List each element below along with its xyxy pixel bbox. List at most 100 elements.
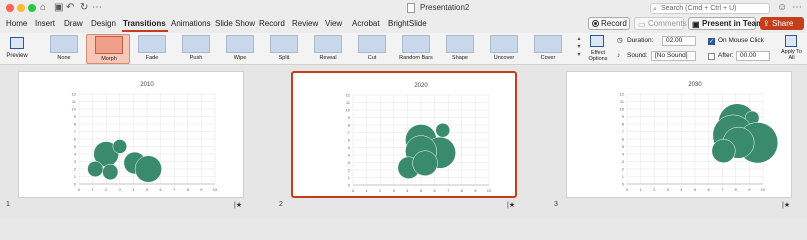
y-tick-label: 11: [72, 99, 77, 104]
chevron-down-icon[interactable]: ▾: [575, 43, 583, 51]
x-tick-label: 7: [447, 188, 450, 193]
tab-view[interactable]: View: [325, 19, 342, 29]
autosave-icon[interactable]: ⌂: [40, 2, 46, 14]
transition-label: Random Bars: [399, 55, 433, 61]
transition-thumbnail: [358, 35, 386, 53]
x-tick-label: 10: [761, 187, 766, 192]
tab-home[interactable]: Home: [6, 19, 27, 29]
y-tick-label: 0: [622, 182, 625, 187]
transition-fade[interactable]: Fade: [130, 34, 174, 64]
x-tick-label: 1: [365, 188, 368, 193]
tab-review[interactable]: Review: [292, 19, 318, 29]
tab-acrobat[interactable]: Acrobat: [352, 19, 380, 29]
after-checkbox[interactable]: [708, 53, 715, 60]
transition-star-icon[interactable]: |★: [507, 201, 515, 209]
x-tick-label: 3: [119, 187, 122, 192]
transition-reveal[interactable]: Reveal: [306, 34, 350, 64]
transition-gallery: None Morph Fade Push Wipe Split Reveal Cut Rando…: [36, 34, 584, 64]
sound-dropdown[interactable]: [No Sound]: [651, 51, 696, 61]
close-window-button[interactable]: [6, 4, 14, 12]
apply-to-all-icon: [785, 35, 797, 47]
people-icon[interactable]: ☺: [777, 2, 787, 13]
transition-thumbnail: [270, 35, 298, 53]
tab-slide-show[interactable]: Slide Show: [215, 19, 255, 29]
after-value: 00.00: [740, 52, 757, 59]
on-mouse-click-checkbox[interactable]: ✓: [708, 38, 715, 45]
present-in-teams-button[interactable]: ▣ Present in Teams: [688, 17, 768, 30]
tab-brightslide[interactable]: BrightSlide: [388, 19, 427, 29]
transition-cover[interactable]: Cover: [526, 34, 570, 64]
gallery-more-icon[interactable]: ▾: [575, 51, 583, 59]
y-tick-label: 6: [622, 137, 625, 142]
x-tick-label: 3: [393, 188, 396, 193]
y-tick-label: 9: [622, 114, 625, 119]
bubble-point: [412, 150, 438, 177]
transition-morph[interactable]: Morph: [86, 34, 130, 64]
y-tick-label: 1: [74, 174, 77, 179]
chevron-up-icon[interactable]: ▴: [575, 35, 583, 43]
maximize-window-button[interactable]: [28, 4, 36, 12]
share-button[interactable]: ⇪ Share: [760, 17, 804, 30]
share-label: Share: [772, 19, 794, 28]
transition-label: Uncover: [493, 55, 515, 61]
record-button[interactable]: Record: [588, 17, 630, 30]
effect-options-button[interactable]: Effect Options: [585, 34, 611, 64]
redo-icon[interactable]: ↻: [80, 2, 88, 14]
y-tick-label: 7: [74, 129, 77, 134]
slide-thumbnail-2[interactable]: 2020 0 1 2 3 4 5 6 7 8 9 10 0 1 2 3 4 5 6 7 8 9 10 11 12: [291, 71, 517, 198]
transition-star-icon[interactable]: |★: [234, 201, 242, 209]
transition-star-icon[interactable]: |★: [782, 201, 790, 209]
after-field[interactable]: 00.00: [736, 51, 770, 61]
tab-draw[interactable]: Draw: [64, 19, 83, 29]
x-tick-label: 7: [173, 187, 176, 192]
transition-uncover[interactable]: Uncover: [482, 34, 526, 64]
undo-icon[interactable]: ↶: [66, 2, 74, 14]
slide-thumbnail-3[interactable]: 2030 0 1 2 3 4 5 6 7 8 9 10 0 1 2 3 4 5 6 7 8 9 10 11 12: [566, 71, 792, 198]
tab-insert[interactable]: Insert: [35, 19, 55, 29]
tab-transitions[interactable]: Transitions: [123, 19, 166, 29]
x-tick-label: 1: [91, 187, 94, 192]
transition-label: Cover: [540, 55, 556, 61]
tab-design[interactable]: Design: [91, 19, 116, 29]
tab-record[interactable]: Record: [259, 19, 285, 29]
y-tick-label: 0: [74, 182, 77, 187]
present-in-teams-label: Present in Teams: [702, 19, 768, 28]
x-tick-label: 0: [78, 187, 81, 192]
transition-thumbnail: [314, 35, 342, 53]
x-tick-label: 6: [159, 187, 162, 192]
duration-field[interactable]: 02.00: [662, 36, 696, 46]
comments-button[interactable]: ▭ Comments: [634, 17, 687, 30]
transition-random-bars[interactable]: Random Bars: [394, 34, 438, 64]
transition-shape[interactable]: Shape: [438, 34, 482, 64]
transition-split[interactable]: Split: [262, 34, 306, 64]
document-icon: [407, 3, 415, 13]
x-tick-label: 4: [406, 188, 409, 193]
slide-thumbnail-1[interactable]: 2010 0 1 2 3 4 5 6 7 8 9 10 0 1 2 3 4 5 6 7 8 9 10 11 12: [18, 71, 244, 198]
slide-sorter: 2010 0 1 2 3 4 5 6 7 8 9 10 0 1 2 3 4 5 6 7 8 9 10 11 12 1 |★ 2020 0…: [0, 66, 807, 217]
on-mouse-click-label: On Mouse Click: [718, 37, 764, 44]
y-tick-label: 12: [346, 93, 351, 98]
comments-label: Comments: [648, 19, 687, 28]
transition-wipe[interactable]: Wipe: [218, 34, 262, 64]
comment-icon: ▭: [638, 20, 646, 29]
bubble-point: [435, 122, 451, 138]
preview-button[interactable]: Preview: [4, 35, 30, 63]
minimize-window-button[interactable]: [17, 4, 25, 12]
x-tick-label: 10: [213, 187, 218, 192]
transition-cut[interactable]: Cut: [350, 34, 394, 64]
transition-none[interactable]: None: [42, 34, 86, 64]
transition-label: Shape: [452, 55, 468, 61]
x-tick-label: 4: [132, 187, 135, 192]
tab-animations[interactable]: Animations: [171, 19, 211, 29]
transition-push[interactable]: Push: [174, 34, 218, 64]
apply-to-all-button[interactable]: Apply To All: [778, 34, 805, 64]
search-input[interactable]: ⌕ Search (Cmd + Ctrl + U): [650, 3, 770, 14]
bubble-point: [87, 160, 104, 178]
powerpoint-window: ⌂ ▣ ↶ ↻ ⋯ Presentation2 ⌕ Search (Cmd + …: [0, 0, 807, 217]
transition-thumbnail: [182, 35, 210, 53]
transition-label: Push: [189, 55, 203, 61]
more-icon[interactable]: ⋯: [792, 2, 802, 13]
save-icon[interactable]: ▣: [54, 2, 63, 14]
customize-toolbar-icon[interactable]: ⋯: [92, 2, 102, 14]
gallery-scroll[interactable]: ▴ ▾ ▾: [575, 35, 583, 61]
